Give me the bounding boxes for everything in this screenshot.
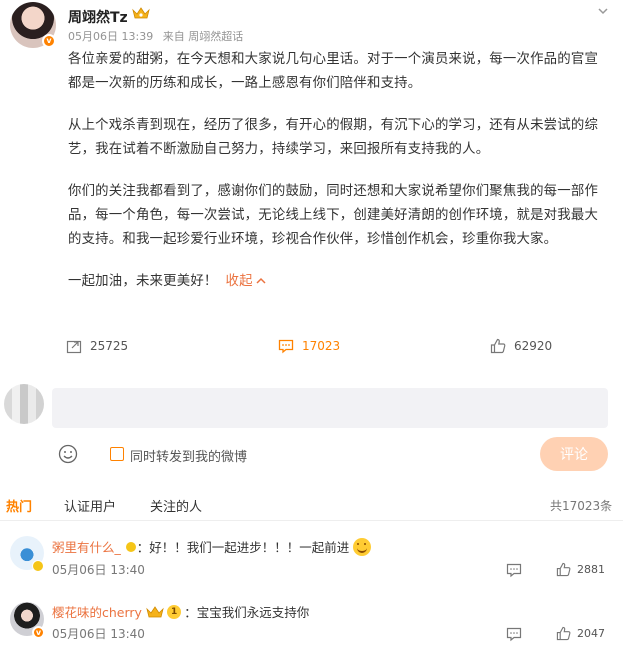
author-name[interactable]: 周翊然Tz [68,7,128,27]
comment-time: 05月06日 13:40 [52,563,145,577]
chevron-up-icon [256,277,266,284]
comment-username[interactable]: 樱花味的cherry [52,602,142,621]
post-date[interactable]: 05月06日 13:39 [68,30,153,43]
comment-time: 05月06日 13:40 [52,627,145,641]
comment-text: ：宝宝我们永远支持你 [184,605,310,620]
comment-count: 17023 [302,339,341,353]
current-user-avatar [4,384,44,424]
like-count: 62920 [514,339,553,353]
thumbs-up-icon [556,562,571,577]
comment-avatar[interactable]: v [10,602,45,639]
comment-item: 樱花味的cherry 1 ：宝宝我们永远支持你 [52,602,309,621]
repost-icon [66,340,82,354]
comment-like-count: 2881 [577,563,605,576]
author-avatar[interactable]: v [10,2,56,48]
like-button[interactable]: 62920 [490,336,552,356]
comment-like-count: 2047 [577,627,605,640]
post-text: 各位亲爱的甜粥，在今天想和大家说几句心里话。对于一个演员来说，每一次作品的官宣都… [68,48,608,294]
tab-hot[interactable]: 热门 [6,496,32,515]
comment-like-button[interactable]: 2047 [556,626,605,641]
comment-like-button[interactable]: 2881 [556,562,605,577]
comment-total: 共17023条 [550,499,613,513]
comment-username[interactable]: 粥里有什么_ [52,537,121,556]
post-closing-text: 一起加油，未来更美好！ [68,274,218,289]
emoji-icon[interactable] [58,444,78,464]
level-badge: 1 [166,604,182,619]
post-paragraph: 你们的关注我都看到了，感谢你们的鼓励，同时还想和大家说希望你们聚焦我的每一部作品… [68,184,599,247]
verified-badge-small: v [32,626,45,639]
repost-checkbox[interactable] [110,447,124,461]
post-meta: 05月06日 13:39 来自 周翊然超话 [68,28,249,44]
verified-badge: v [42,34,56,48]
post-closing: 一起加油，未来更美好！ 收起 [68,270,608,294]
thumbs-up-icon [556,626,571,641]
tab-verified-users[interactable]: 认证用户 [64,496,116,515]
smile-emoji-icon [353,537,372,556]
submit-comment-button[interactable]: 评论 [540,437,608,471]
comment-item: 粥里有什么_ ：好！！我们一起进步！！！一起前进 [52,537,372,556]
comment-avatar[interactable] [10,536,44,572]
reply-icon[interactable] [506,562,522,578]
post-paragraph: 从上个戏杀青到现在，经历了很多，有开心的假期，有沉下心的学习，还有从未尝试的综艺… [68,118,599,157]
tab-following[interactable]: 关注的人 [150,496,202,515]
post-paragraph: 各位亲爱的甜粥，在今天想和大家说几句心里话。对于一个演员来说，每一次作品的官宣都… [68,52,599,91]
fan-badge [124,540,137,553]
comment-button[interactable]: 17023 [278,336,340,356]
comment-icon [278,339,294,354]
comment-input[interactable] [52,388,608,428]
level-number: 1 [170,606,178,617]
post-source[interactable]: 来自 周翊然超话 [163,30,244,43]
reply-icon[interactable] [506,626,522,642]
repost-checkbox-label[interactable]: 同时转发到我的微博 [130,446,247,465]
collapse-label: 收起 [225,274,253,289]
divider [0,520,623,521]
comment-text: ：好！！我们一起进步！！！一起前进 [136,540,350,555]
collapse-link[interactable]: 收起 [226,274,266,289]
repost-count: 25725 [90,339,129,353]
member-badge [32,560,44,572]
crown-icon [146,605,164,617]
thumbs-up-icon [490,338,506,354]
repost-button[interactable]: 25725 [66,336,128,356]
crown-icon [132,7,150,19]
chevron-down-icon[interactable] [596,4,610,18]
